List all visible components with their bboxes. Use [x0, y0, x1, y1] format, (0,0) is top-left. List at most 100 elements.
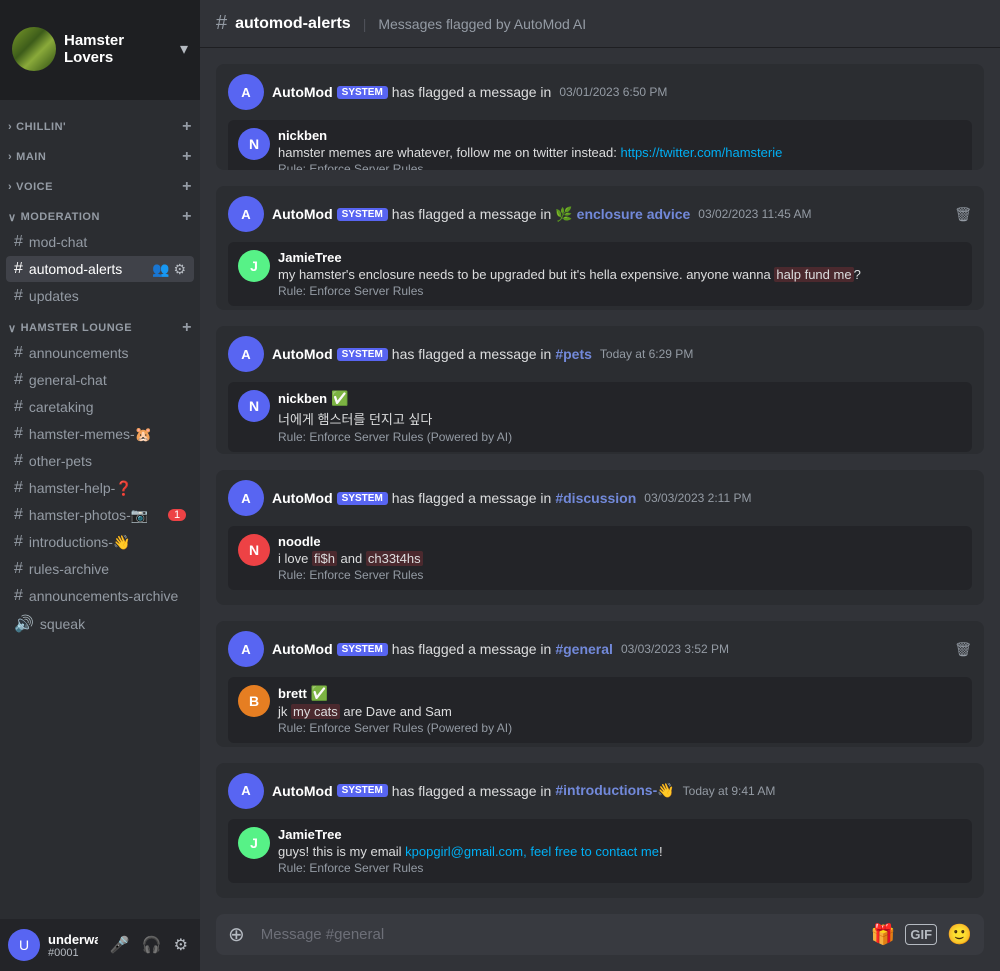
- alert-card-1: A AutoMod SYSTEM has flagged a message i…: [216, 64, 984, 170]
- category-header-chillin[interactable]: › CHILLIN' +: [0, 114, 200, 138]
- flagged-content-1: nickben hamster memes are whatever, foll…: [278, 128, 962, 170]
- chevron-icon: ›: [8, 181, 12, 193]
- alert-timestamp-4: 03/03/2023 2:11 PM: [644, 491, 751, 505]
- channel-header-name: automod-alerts: [235, 15, 351, 33]
- category-chillin: › CHILLIN' +: [0, 114, 200, 138]
- automod-avatar-6: A: [228, 773, 264, 809]
- sidebar-item-rules-archive[interactable]: # rules-archive: [6, 556, 194, 582]
- headphone-button[interactable]: 🎧: [138, 933, 166, 957]
- server-header[interactable]: Hamster Lovers ▾: [0, 0, 200, 100]
- settings-icon[interactable]: ⚙: [173, 261, 186, 278]
- message-input[interactable]: [257, 914, 859, 955]
- add-channel-main-icon[interactable]: +: [182, 148, 192, 166]
- automod-name-6: AutoMod: [272, 783, 333, 799]
- alert-card-6: A AutoMod SYSTEM has flagged a message i…: [216, 763, 984, 898]
- automod-avatar-1: A: [228, 74, 264, 110]
- channel-list: › CHILLIN' + › MAIN + › VOICE: [0, 100, 200, 919]
- category-header-main[interactable]: › MAIN +: [0, 144, 200, 168]
- sidebar-item-announcements-archive[interactable]: # announcements-archive: [6, 583, 194, 609]
- sidebar-item-caretaking[interactable]: # caretaking: [6, 394, 194, 420]
- flagged-avatar-4: N: [238, 534, 270, 566]
- automod-name-4: AutoMod: [272, 490, 333, 506]
- sidebar-item-automod-alerts[interactable]: # automod-alerts 👥 ⚙: [6, 256, 194, 282]
- system-badge-5: SYSTEM: [337, 643, 388, 656]
- sidebar-item-other-pets[interactable]: # other-pets: [6, 448, 194, 474]
- gif-button[interactable]: GIF: [905, 924, 937, 945]
- rule-text-3: Rule: Enforce Server Rules (Powered by A…: [278, 430, 962, 444]
- hash-icon: #: [14, 233, 23, 251]
- alert-timestamp-2: 03/02/2023 11:45 AM: [698, 207, 811, 221]
- flagged-content-4: noodle i love fi$h and ch33t4hs Rule: En…: [278, 534, 962, 582]
- add-channel-voice-icon[interactable]: +: [182, 178, 192, 196]
- category-hamster-lounge: ∨ HAMSTER LOUNGE + # announcements # gen…: [0, 315, 200, 638]
- sidebar-item-general-chat[interactable]: # general-chat: [6, 367, 194, 393]
- rule-text-4: Rule: Enforce Server Rules: [278, 568, 962, 582]
- sidebar: Hamster Lovers ▾ › CHILLIN' + › MAIN +: [0, 0, 200, 971]
- alert-channel-5: #general: [555, 641, 613, 657]
- hash-icon: #: [14, 344, 23, 362]
- rule-text-1: Rule: Enforce Server Rules: [278, 162, 962, 170]
- flagged-content-6: JamieTree guys! this is my email kpopgir…: [278, 827, 962, 875]
- email-link[interactable]: kpopgirl@gmail.com, feel free to contact…: [405, 844, 659, 859]
- flagged-message-6: J JamieTree guys! this is my email kpopg…: [228, 819, 972, 883]
- category-header-hamster-lounge[interactable]: ∨ HAMSTER LOUNGE +: [0, 315, 200, 339]
- category-header-moderation[interactable]: ∨ MODERATION +: [0, 204, 200, 228]
- hash-icon: #: [14, 371, 23, 389]
- category-voice: › VOICE +: [0, 174, 200, 198]
- delete-icon-2[interactable]: 🗑: [954, 206, 972, 223]
- flagged-user-6: JamieTree: [278, 827, 962, 842]
- message-input-wrapper: ⊕ 🎁 GIF 🙂: [216, 914, 984, 955]
- settings-button[interactable]: ⚙: [170, 933, 192, 957]
- delete-icon-5[interactable]: 🗑: [954, 641, 972, 658]
- sidebar-item-hamster-photos[interactable]: # hamster-photos-📷 1: [6, 502, 194, 528]
- chevron-icon: ∨: [8, 322, 17, 335]
- alert-flagged-text: has flagged a message in: [392, 84, 552, 100]
- hash-icon: #: [14, 533, 23, 551]
- alert-card-4: A AutoMod SYSTEM has flagged a message i…: [216, 470, 984, 605]
- flagged-message-1: N nickben hamster memes are whatever, fo…: [228, 120, 972, 170]
- sidebar-item-mod-chat[interactable]: # mod-chat: [6, 229, 194, 255]
- flagged-content-3: nickben ✅ 너에게 햄스터를 던지고 싶다 Rule: Enforce …: [278, 390, 962, 444]
- alert-meta-2: AutoMod SYSTEM has flagged a message in …: [272, 206, 946, 223]
- automod-avatar-3: A: [228, 336, 264, 372]
- add-channel-moderation-icon[interactable]: +: [182, 208, 192, 226]
- alert-timestamp-5: 03/03/2023 3:52 PM: [621, 642, 729, 656]
- chevron-icon: ›: [8, 151, 12, 163]
- system-badge-3: SYSTEM: [337, 348, 388, 361]
- channel-header-description: Messages flagged by AutoMod AI: [378, 16, 586, 32]
- gift-button[interactable]: 🎁: [867, 914, 900, 955]
- user-actions: 🎤 🎧 ⚙: [106, 933, 192, 957]
- sidebar-item-hamster-help[interactable]: # hamster-help-❓: [6, 475, 194, 501]
- user-avatar: U: [8, 929, 40, 961]
- add-attachment-button[interactable]: ⊕: [224, 914, 249, 955]
- automod-name: AutoMod: [272, 84, 333, 100]
- flagged-message-2: J JamieTree my hamster's enclosure needs…: [228, 242, 972, 306]
- flagged-avatar-2: J: [238, 250, 270, 282]
- sidebar-item-hamster-memes[interactable]: # hamster-memes-🐹: [6, 421, 194, 447]
- add-channel-chillin-icon[interactable]: +: [182, 118, 192, 136]
- chevron-icon: ›: [8, 121, 12, 133]
- sidebar-item-announcements[interactable]: # announcements: [6, 340, 194, 366]
- sidebar-item-introductions[interactable]: # introductions-👋: [6, 529, 194, 555]
- hash-icon: #: [14, 587, 23, 605]
- unread-badge: 1: [168, 509, 186, 521]
- sidebar-item-squeak[interactable]: 🔊 squeak: [6, 610, 194, 638]
- messages-area: A AutoMod SYSTEM has flagged a message i…: [200, 48, 1000, 914]
- member-icon: 👥: [152, 261, 169, 278]
- alert-header-3: A AutoMod SYSTEM has flagged a message i…: [216, 326, 984, 376]
- add-channel-hamster-lounge-icon[interactable]: +: [182, 319, 192, 337]
- flagged-text-1: hamster memes are whatever, follow me on…: [278, 145, 962, 160]
- hash-icon: #: [14, 452, 23, 470]
- twitter-link[interactable]: https://twitter.com/hamsterie: [620, 145, 782, 160]
- category-header-voice[interactable]: › VOICE +: [0, 174, 200, 198]
- alert-channel-6: #introductions-👋: [555, 782, 674, 799]
- hash-icon: #: [14, 287, 23, 305]
- alert-flagged-text-4: has flagged a message in: [392, 490, 552, 506]
- alert-header-2: A AutoMod SYSTEM has flagged a message i…: [216, 186, 984, 236]
- microphone-button[interactable]: 🎤: [106, 933, 134, 957]
- sidebar-item-updates[interactable]: # updates: [6, 283, 194, 309]
- violation-text-6: The message violates the rule of respect…: [216, 889, 984, 898]
- alert-card-2: A AutoMod SYSTEM has flagged a message i…: [216, 186, 984, 310]
- emoji-button[interactable]: 🙂: [943, 914, 976, 955]
- channel-header: # automod-alerts | Messages flagged by A…: [200, 0, 1000, 48]
